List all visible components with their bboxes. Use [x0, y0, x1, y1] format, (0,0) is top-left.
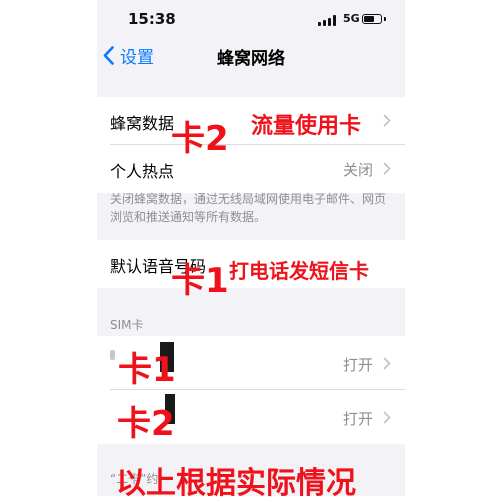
- chevron-right-icon: [383, 114, 391, 127]
- chevron-right-icon: [383, 162, 391, 175]
- chevron-right-icon: [383, 357, 391, 370]
- row-value: 打开: [342, 410, 373, 428]
- redacted-sim-name: [110, 350, 115, 360]
- annotation-card-2-sim: 卡2: [117, 404, 175, 444]
- cellular-signal-icon: [318, 15, 338, 26]
- network-type: 5G: [343, 12, 360, 25]
- annotation-card-1: 卡1: [171, 261, 229, 301]
- battery-icon: [362, 14, 382, 24]
- annotation-call-sms-card: 打电话发短信卡: [229, 259, 369, 283]
- cellular-footer-note: 关闭蜂窝数据，通过无线局域网使用电子邮件、网页浏览和推送通知等所有数据。: [110, 192, 387, 224]
- annotation-data-card: 流量使用卡: [251, 114, 362, 139]
- page-title: 蜂窝网络: [217, 49, 285, 69]
- row-personal-hotspot[interactable]: 个人热点 关闭: [97, 145, 405, 193]
- battery-tip: [384, 17, 386, 21]
- annotation-card-1-sim: 卡1: [118, 350, 176, 390]
- status-bar: 15:38 5G: [97, 0, 405, 36]
- annotation-bottom-note: 以上根据实际情况: [116, 466, 356, 501]
- chevron-right-icon: [383, 411, 391, 424]
- row-value: 关闭: [342, 161, 373, 179]
- row-label: 个人热点: [110, 162, 175, 181]
- nav-bar: 设置 蜂窝网络: [97, 36, 405, 76]
- sim-section-header: SIM卡: [110, 318, 144, 332]
- row-label: 蜂窝数据: [110, 114, 175, 133]
- status-time: 15:38: [128, 10, 176, 28]
- row-value: 打开: [342, 356, 373, 374]
- annotation-card-2: 卡2: [171, 119, 229, 159]
